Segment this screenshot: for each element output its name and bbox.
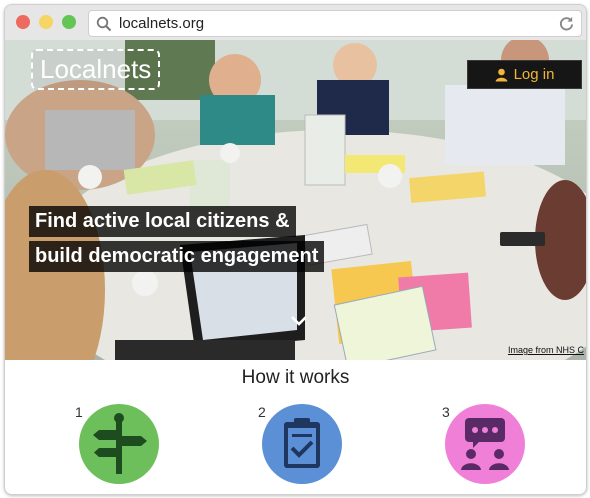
- reload-icon[interactable]: [558, 15, 575, 32]
- site-logo[interactable]: Localnets: [31, 49, 161, 90]
- step-3-circle[interactable]: [445, 404, 525, 484]
- step-2-circle[interactable]: [262, 404, 342, 484]
- close-window-button[interactable]: [16, 15, 30, 29]
- clipboard-check-icon: [284, 418, 320, 468]
- group-chat-icon: [461, 418, 509, 470]
- login-button[interactable]: Log in: [467, 60, 582, 89]
- chevron-down-icon[interactable]: [290, 315, 308, 327]
- address-text[interactable]: localnets.org: [119, 15, 204, 32]
- address-bar[interactable]: localnets.org: [88, 10, 582, 37]
- headline-line-2: build democratic engagement: [29, 241, 325, 272]
- maximize-window-button[interactable]: [62, 15, 76, 29]
- login-label: Log in: [513, 66, 555, 83]
- headline-line-1: Find active local citizens &: [29, 206, 296, 237]
- browser-toolbar: localnets.org: [5, 5, 586, 41]
- user-icon: [495, 68, 508, 81]
- browser-window: localnets.org Localnets Log in Find acti…: [4, 4, 587, 495]
- how-it-works-section: How it works 1 2 3: [5, 360, 586, 494]
- search-icon: [96, 16, 112, 32]
- section-title: How it works: [241, 367, 350, 388]
- image-credit-link[interactable]: Image from NHS C: [508, 345, 584, 355]
- hero-section: Localnets Log in Find active local citiz…: [5, 40, 586, 360]
- hero-headline: Find active local citizens & build democ…: [29, 206, 325, 276]
- step-1-circle[interactable]: [79, 404, 159, 484]
- signpost-icon: [93, 413, 147, 474]
- minimize-window-button[interactable]: [39, 15, 53, 29]
